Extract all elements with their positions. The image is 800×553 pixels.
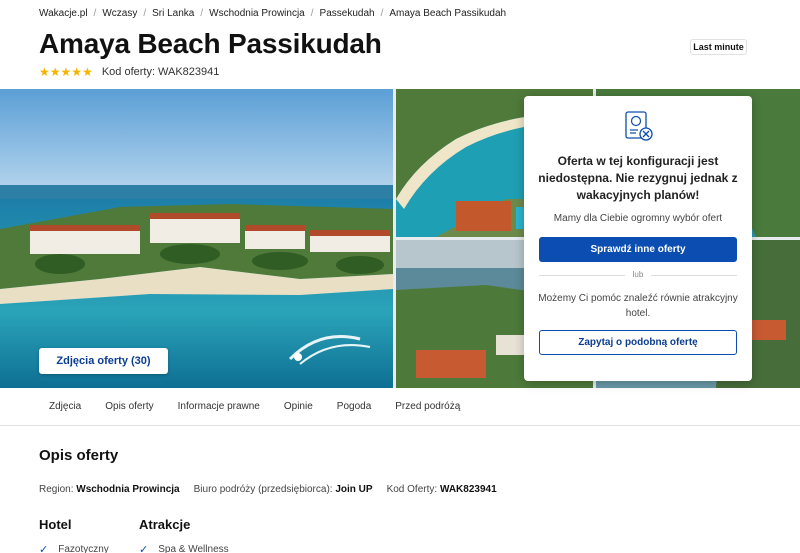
breadcrumb-separator: / <box>310 7 314 19</box>
breadcrumb-item-wczasy[interactable]: Wczasy <box>102 8 137 19</box>
star-icon: ★ <box>39 65 50 79</box>
breadcrumb-separator: / <box>200 7 204 19</box>
tab-weather[interactable]: Pogoda <box>325 401 383 412</box>
meta-offer-code-value: WAK823941 <box>439 484 497 495</box>
meta-offer-code-label: Kod Oferty: <box>386 484 438 495</box>
tab-description[interactable]: Opis oferty <box>93 401 165 412</box>
offer-unavailable-heading: Oferta w tej konfiguracji jest niedostęp… <box>538 154 738 202</box>
check-icon: ✓ <box>139 544 149 553</box>
star-rating: ★ ★ ★ ★ ★ <box>39 66 93 78</box>
star-icon: ★ <box>71 65 83 79</box>
photos-button[interactable]: Zdjęcia oferty (30) <box>39 348 168 374</box>
meta-agency-value: Join UP <box>335 484 373 495</box>
breadcrumb-separator: / <box>380 7 384 19</box>
hotel-column-heading: Hotel <box>39 517 72 532</box>
check-icon: ✓ <box>39 544 49 553</box>
meta-agency: Biuro podróży (przedsiębiorca): Join UP <box>194 484 373 495</box>
offer-card-help-text: Możemy Ci pomóc znaleźć równie atrakcyjn… <box>538 293 738 319</box>
meta-agency-label: Biuro podróży (przedsiębiorca): <box>193 484 333 495</box>
divider-line <box>651 275 737 276</box>
tab-before-travel[interactable]: Przed podróżą <box>383 401 472 412</box>
breadcrumb-separator: / <box>143 7 147 19</box>
rating-row: ★ ★ ★ ★ ★ Kod oferty: WAK823941 <box>39 65 219 79</box>
or-divider: lub <box>539 269 737 281</box>
attraction-item: ✓ Spa & Wellness <box>139 543 229 553</box>
meta-region: Region: Wschodnia Prowincja <box>39 484 180 495</box>
breadcrumb-separator: / <box>93 7 97 19</box>
breadcrumb-item-city[interactable]: Passekudah <box>320 8 375 19</box>
meta-region-value: Wschodnia Prowincja <box>76 484 180 495</box>
page-title: Amaya Beach Passikudah <box>39 28 382 59</box>
ask-similar-offer-button[interactable]: Zapytaj o podobną ofertę <box>539 330 737 355</box>
tab-reviews[interactable]: Opinie <box>272 401 325 412</box>
tab-photos[interactable]: Zdjęcia <box>37 401 93 412</box>
meta-offer-code: Kod Oferty: WAK823941 <box>387 484 497 495</box>
offer-meta: Region: Wschodnia Prowincja Biuro podróż… <box>39 484 511 495</box>
attraction-label: Spa & Wellness <box>158 544 229 553</box>
offer-unavailable-card: Oferta w tej konfiguracji jest niedostęp… <box>524 96 752 381</box>
star-icon: ★ <box>82 65 93 79</box>
breadcrumb-item-home[interactable]: Wakacje.pl <box>39 8 88 19</box>
offer-code-label: Kod oferty: <box>101 66 156 78</box>
offer-tabs: Zdjęcia Opis oferty Informacje prawne Op… <box>0 388 800 426</box>
hotel-feature-label: Fazotyczny <box>58 544 109 553</box>
attractions-column-heading: Atrakcje <box>139 517 191 532</box>
breadcrumb-item-country[interactable]: Sri Lanka <box>152 8 194 19</box>
check-other-offers-button[interactable]: Sprawdź inne oferty <box>539 237 737 262</box>
offer-card-subtext: Mamy dla Ciebie ogromny wybór ofert <box>553 213 723 224</box>
offer-code-value: WAK823941 <box>158 66 220 78</box>
document-cancel-icon <box>621 109 655 143</box>
breadcrumb: Wakacje.pl / Wczasy / Sri Lanka / Wschod… <box>39 6 506 20</box>
description-title: Opis oferty <box>39 447 119 464</box>
hotel-feature-item: ✓ Fazotyczny <box>39 543 109 553</box>
tab-legal-info[interactable]: Informacje prawne <box>166 401 272 412</box>
breadcrumb-item-current: Amaya Beach Passikudah <box>389 7 507 19</box>
last-minute-badge: Last minute <box>690 39 747 55</box>
main-hotel-photo[interactable] <box>0 89 393 388</box>
star-icon: ★ <box>49 65 61 79</box>
star-icon: ★ <box>60 65 72 79</box>
breadcrumb-item-region[interactable]: Wschodnia Prowincja <box>209 8 305 19</box>
meta-region-label: Region: <box>39 484 74 495</box>
